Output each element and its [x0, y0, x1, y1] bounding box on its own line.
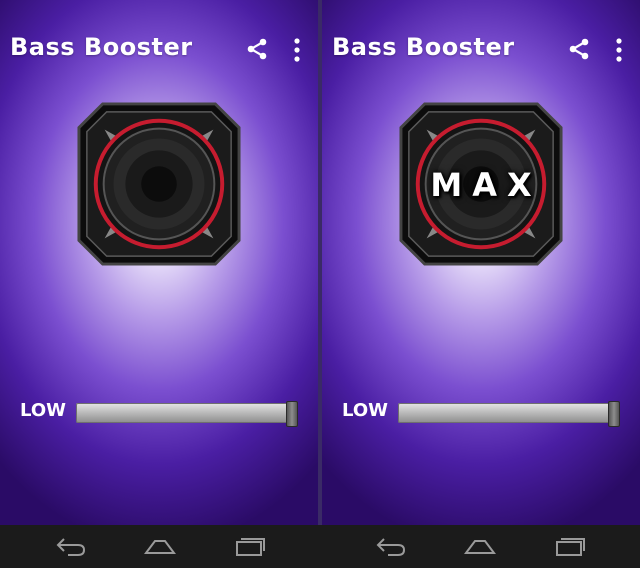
recent-apps-icon[interactable] — [553, 535, 587, 557]
slider-thumb[interactable] — [608, 401, 620, 427]
slider-label: LOW — [20, 400, 66, 421]
app-title: Bass Booster — [10, 33, 193, 61]
recent-apps-icon[interactable] — [233, 535, 267, 557]
app-comparison: Bass Booster LOW Bass Booster MAX LOW — [0, 0, 640, 568]
overflow-menu-icon[interactable] — [293, 37, 301, 63]
bass-slider[interactable] — [76, 401, 298, 427]
share-icon[interactable] — [245, 37, 269, 61]
slider-track — [398, 403, 620, 423]
screen-left: Bass Booster LOW — [0, 0, 318, 525]
home-icon[interactable] — [143, 535, 177, 557]
slider-track — [76, 403, 298, 423]
back-icon[interactable] — [374, 535, 408, 557]
bass-slider[interactable] — [398, 401, 620, 427]
app-title: Bass Booster — [332, 33, 515, 61]
navigation-bar — [0, 525, 640, 568]
back-icon[interactable] — [54, 535, 88, 557]
speaker-button[interactable] — [75, 100, 243, 268]
overflow-menu-icon[interactable] — [615, 37, 623, 63]
slider-thumb[interactable] — [286, 401, 298, 427]
home-icon[interactable] — [463, 535, 497, 557]
speaker-overlay-text: MAX — [430, 166, 542, 204]
share-icon[interactable] — [567, 37, 591, 61]
screen-right: Bass Booster MAX LOW — [322, 0, 640, 525]
slider-label: LOW — [342, 400, 388, 421]
